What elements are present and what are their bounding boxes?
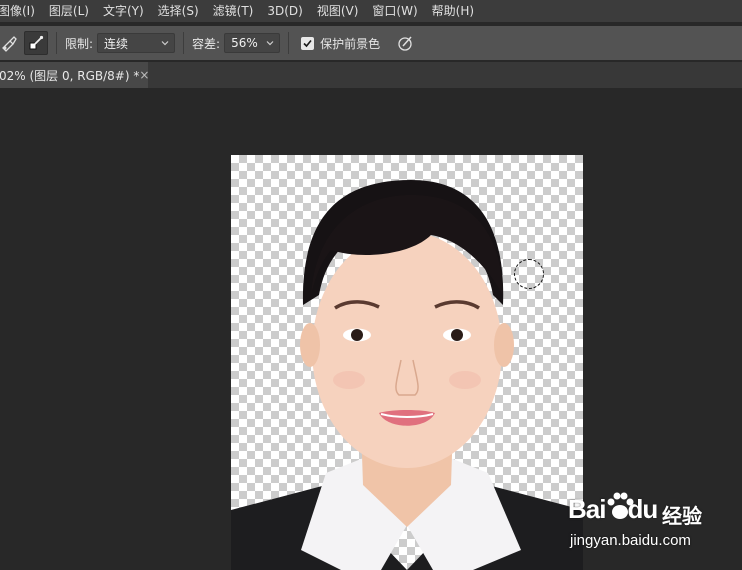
menu-image[interactable]: 图像(I) [0, 0, 42, 22]
sampling-icon[interactable] [24, 31, 48, 55]
menu-filter[interactable]: 滤镜(T) [206, 0, 261, 22]
limit-select[interactable]: 连续 [97, 33, 176, 53]
document-tab-bar: 02% (图层 0, RGB/8#) * × [0, 62, 742, 88]
canvas-image[interactable] [231, 155, 583, 570]
background-eraser-icon[interactable] [0, 33, 20, 53]
watermark-url: jingyan.baidu.com [570, 532, 691, 549]
document-tab-title: 02% (图层 0, RGB/8#) * [0, 68, 140, 83]
document-tab[interactable]: 02% (图层 0, RGB/8#) * × [0, 62, 149, 88]
options-bar: 限制: 连续 容差: 56% 保护前景色 [0, 26, 742, 60]
chevron-down-icon [266, 41, 274, 46]
menu-type[interactable]: 文字(Y) [96, 0, 151, 22]
protect-foreground-checkbox[interactable] [301, 36, 315, 50]
menu-3d[interactable]: 3D(D) [260, 0, 309, 22]
menu-bar: 图像(I) 图层(L) 文字(Y) 选择(S) 滤镜(T) 3D(D) 视图(V… [0, 0, 742, 22]
divider [288, 32, 290, 54]
tolerance-input[interactable]: 56% [224, 33, 281, 53]
menu-help[interactable]: 帮助(H) [425, 0, 481, 22]
watermark-cn: 经验 [662, 504, 702, 528]
menu-layer[interactable]: 图层(L) [42, 0, 96, 22]
pen-pressure-icon[interactable] [396, 33, 416, 53]
baidu-paw-icon [607, 492, 634, 519]
limit-value: 连续 [104, 36, 129, 51]
limit-label: 限制: [65, 36, 94, 51]
check-icon [303, 39, 312, 47]
menu-window[interactable]: 窗口(W) [365, 0, 424, 22]
divider [183, 32, 185, 54]
divider [56, 32, 57, 54]
tolerance-value: 56% [231, 36, 258, 50]
tolerance-label: 容差: [192, 36, 221, 51]
menu-view[interactable]: 视图(V) [310, 0, 366, 22]
close-icon[interactable]: × [139, 68, 149, 82]
brush-cursor [514, 259, 544, 289]
protect-foreground-label: 保护前景色 [320, 36, 381, 51]
baidu-jingyan-watermark: Bai du 经验 jingyan.baidu.com [568, 488, 738, 558]
menu-select[interactable]: 选择(S) [151, 0, 206, 22]
portrait-illustration [231, 180, 583, 570]
chevron-down-icon [161, 41, 169, 46]
